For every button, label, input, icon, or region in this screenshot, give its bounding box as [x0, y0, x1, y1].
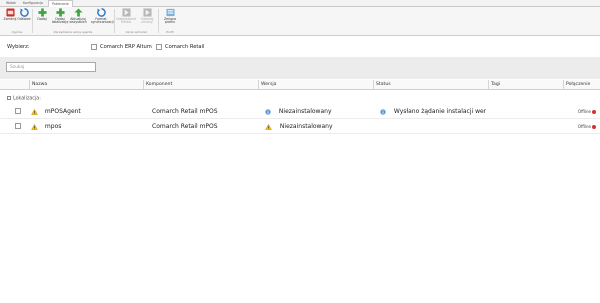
add-button-label: Dodaj: [37, 16, 47, 21]
group-label-general: Ogólne: [11, 30, 23, 34]
sync-format-button[interactable]: Format synchronizacji: [91, 8, 114, 28]
column-name[interactable]: Nazwa: [29, 80, 143, 90]
profile-change-button-label: Zmiana profilu: [163, 16, 177, 24]
row-status-cell: Wysłano żądanie instalacji wer: [380, 104, 488, 119]
row-name-cell: mPOSAgent: [31, 104, 81, 119]
refresh-button-label: Odśwież: [17, 16, 31, 21]
row-name-cell: mpos: [31, 119, 61, 134]
warning-icon: [31, 123, 38, 130]
update-all-button[interactable]: Aktualizuj wszystkich: [68, 8, 88, 28]
profile-icon: [165, 8, 175, 17]
column-component[interactable]: Komponent: [143, 80, 258, 90]
sync-format-icon: [96, 8, 106, 17]
offline-dot-icon: [592, 125, 596, 129]
row-component: Comarch Retail mPOS: [152, 123, 218, 130]
choose-row: Wybierz: Comarch ERP Altum Comarch Retai…: [0, 43, 600, 53]
ribbon: Zamknij Odśwież Dodaj Dodaj lokalizację …: [0, 7, 600, 36]
add-location-button[interactable]: Dodaj lokalizację: [50, 8, 70, 28]
search-input[interactable]: Szukaj: [6, 62, 96, 72]
table-row[interactable]: mPOSAgent Comarch Retail mPOS Niezainsta…: [0, 104, 600, 119]
row-version-cell: Niezainstalowany: [265, 104, 332, 119]
connection-status: Offline: [578, 119, 596, 134]
refresh-button[interactable]: Odśwież: [14, 8, 34, 28]
info-icon: [265, 108, 271, 115]
revert-icon: [142, 8, 152, 17]
group-label-profile: Profil: [166, 30, 174, 34]
add-location-button-label: Dodaj lokalizację: [51, 16, 69, 24]
ribbon-tabs: Widok Konfiguracja Pobieranie: [0, 0, 600, 8]
choose-label: Wybierz:: [7, 44, 30, 50]
offline-dot-icon: [592, 110, 596, 114]
add-icon: [37, 8, 47, 17]
row-version: Niezainstalowany: [278, 108, 332, 115]
row-checkbox[interactable]: [15, 108, 21, 114]
column-version[interactable]: Wersja: [258, 80, 373, 90]
tab-widok[interactable]: Widok: [3, 0, 19, 7]
altum-checkbox[interactable]: [91, 44, 97, 50]
connection-status: Offline: [578, 104, 596, 119]
profile-change-button[interactable]: Zmiana profilu: [160, 8, 180, 28]
add-button[interactable]: Dodaj: [32, 8, 52, 28]
row-component: Comarch Retail mPOS: [152, 108, 218, 115]
warning-icon: [265, 123, 272, 130]
info-icon: [380, 108, 386, 115]
table-header: Nazwa Komponent Wersja Status Tagi Połąc…: [0, 80, 600, 90]
revert-button-label: Odwołaj zmiany: [140, 16, 154, 24]
row-checkbox[interactable]: [15, 123, 21, 129]
row-version: Niezainstalowany: [279, 123, 333, 130]
sync-format-button-label: Format synchronizacji: [91, 16, 114, 24]
row-version-cell: Niezainstalowany: [265, 119, 333, 134]
group-label-agent: Zarządzanie akcją agenta: [53, 30, 93, 34]
row-name: mPOSAgent: [44, 108, 81, 115]
group-location[interactable]: Lokalizacja:: [7, 96, 41, 102]
group-location-label: Lokalizacja:: [13, 96, 41, 102]
revert-button[interactable]: Odwołaj zmiany: [137, 8, 157, 28]
tab-konfiguracja[interactable]: Konfiguracja: [20, 0, 46, 7]
table-row[interactable]: mpos Comarch Retail mPOS Niezainstalowan…: [0, 119, 600, 134]
connection-label: Offline: [577, 109, 591, 114]
retail-label: Comarch Retail: [165, 44, 205, 50]
row-status: Wysłano żądanie instalacji wer: [393, 108, 487, 115]
column-tags[interactable]: Tagi: [488, 80, 563, 90]
connection-label: Offline: [577, 124, 591, 129]
altum-label: Comarch ERP Altum: [100, 44, 152, 50]
filter-refresh-button[interactable]: Odświeżanie filtrów: [116, 8, 136, 28]
retail-checkbox[interactable]: [156, 44, 162, 50]
group-label-deploy: Akcje wdrożeń: [125, 30, 148, 34]
refresh-icon: [19, 8, 29, 17]
filter-refresh-icon: [121, 8, 131, 17]
update-all-button-label: Aktualizuj wszystkich: [69, 16, 87, 24]
warning-icon: [31, 108, 38, 115]
row-name: mpos: [44, 123, 62, 130]
add-location-icon: [55, 8, 65, 17]
column-connection[interactable]: Połączenie: [563, 80, 600, 90]
update-all-icon: [73, 8, 83, 17]
collapse-icon[interactable]: [7, 96, 11, 100]
column-status[interactable]: Status: [373, 80, 488, 90]
filter-refresh-button-label: Odświeżanie filtrów: [116, 16, 137, 24]
